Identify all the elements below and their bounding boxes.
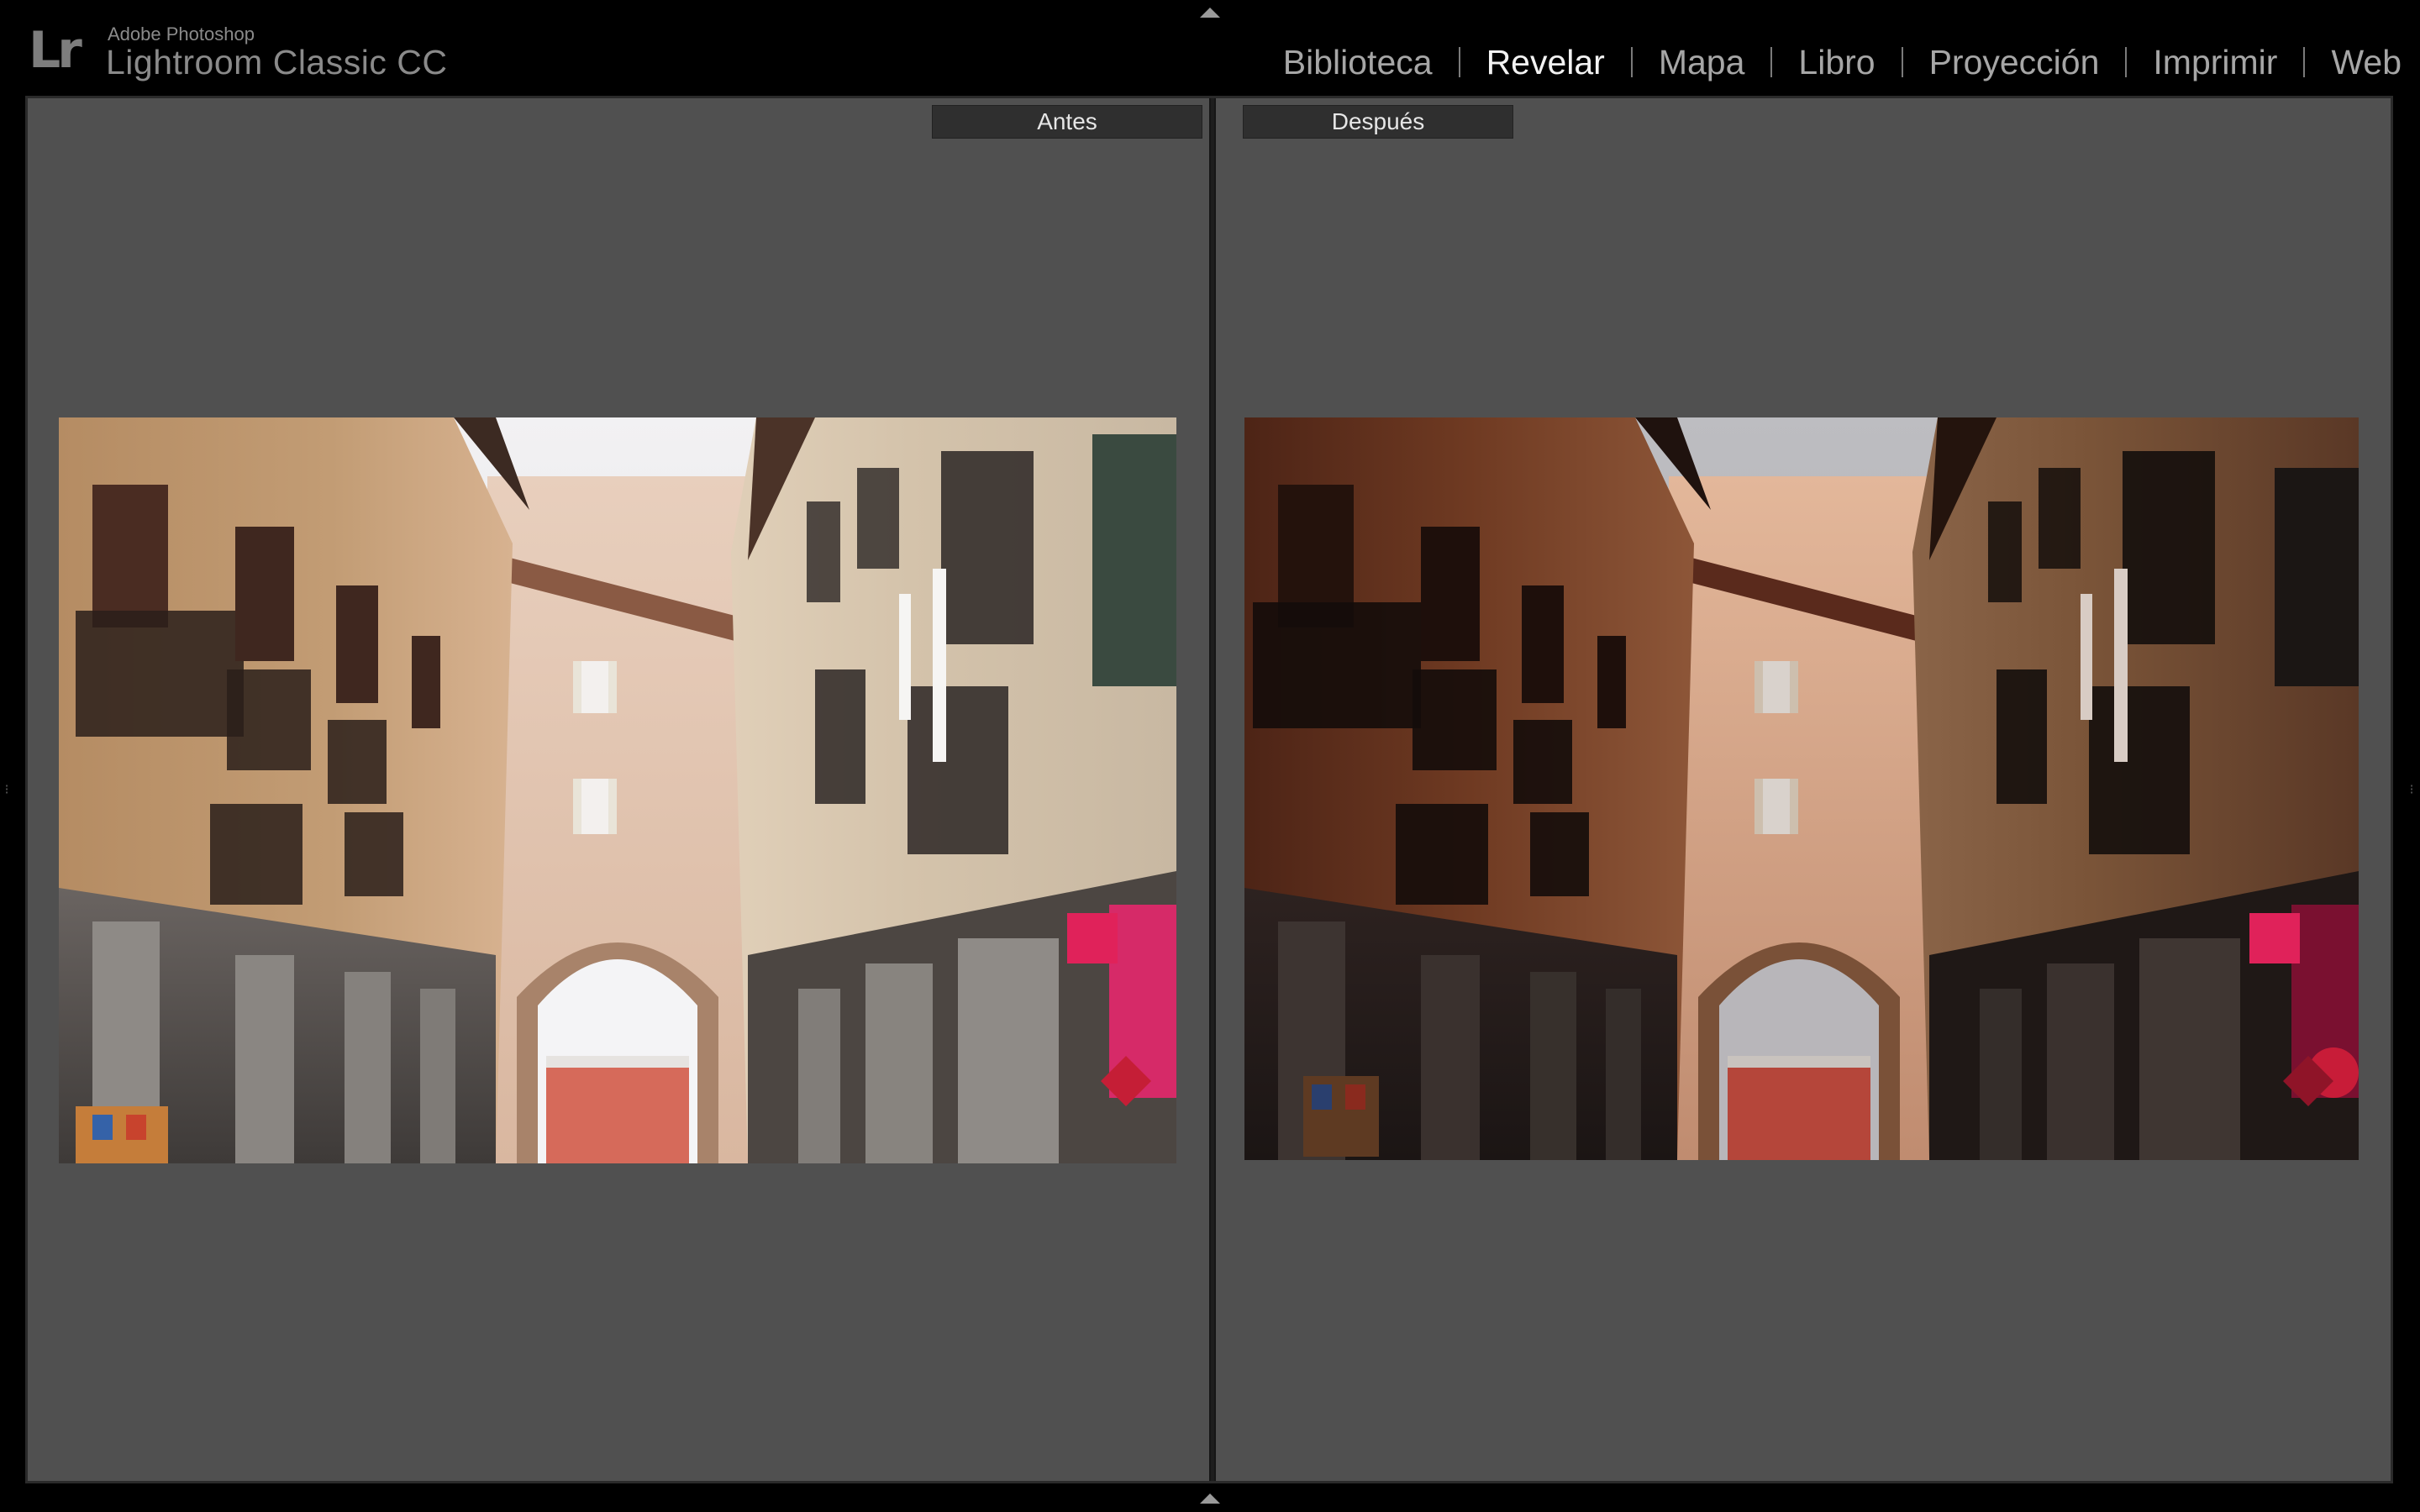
module-separator bbox=[1630, 47, 1633, 77]
module-imprimir[interactable]: Imprimir bbox=[2153, 39, 2277, 86]
module-proyeccion[interactable]: Proyección bbox=[1929, 39, 2100, 86]
after-label: Después bbox=[1243, 105, 1513, 139]
after-pane: Después bbox=[1216, 98, 2391, 1481]
module-separator bbox=[2125, 47, 2128, 77]
module-biblioteca[interactable]: Biblioteca bbox=[1283, 39, 1433, 86]
module-revelar[interactable]: Revelar bbox=[1486, 39, 1605, 86]
before-photo[interactable] bbox=[59, 417, 1176, 1163]
right-panel-toggle-icon[interactable]: ⁝ bbox=[2407, 780, 2417, 801]
module-web[interactable]: Web bbox=[2331, 39, 2402, 86]
top-panel-toggle-icon[interactable] bbox=[1200, 8, 1220, 18]
compare-divider bbox=[1209, 98, 1216, 1481]
product-name: Lightroom Classic CC bbox=[106, 43, 448, 81]
module-separator bbox=[1901, 47, 1903, 77]
module-mapa[interactable]: Mapa bbox=[1659, 39, 1745, 86]
module-separator bbox=[2303, 47, 2306, 77]
vendor-line: Adobe Photoshop bbox=[108, 24, 255, 45]
after-photo[interactable] bbox=[1244, 417, 2359, 1160]
lr-logo: Lr bbox=[29, 21, 82, 80]
after-photo-image bbox=[1244, 417, 2359, 1160]
compare-view: Antes Después bbox=[25, 96, 2393, 1483]
before-photo-image bbox=[59, 417, 1176, 1163]
bottom-panel-toggle-icon[interactable] bbox=[1200, 1494, 1220, 1504]
left-panel-toggle-icon[interactable]: ⁝ bbox=[2, 780, 12, 801]
module-picker: Biblioteca Revelar Mapa Libro Proyección… bbox=[1283, 39, 2402, 86]
lightroom-window: Lr Adobe Photoshop Lightroom Classic CC … bbox=[0, 0, 2420, 1512]
module-separator bbox=[1770, 47, 1773, 77]
before-label: Antes bbox=[932, 105, 1202, 139]
before-pane: Antes bbox=[28, 98, 1209, 1481]
module-libro[interactable]: Libro bbox=[1798, 39, 1875, 86]
module-separator bbox=[1458, 47, 1460, 77]
